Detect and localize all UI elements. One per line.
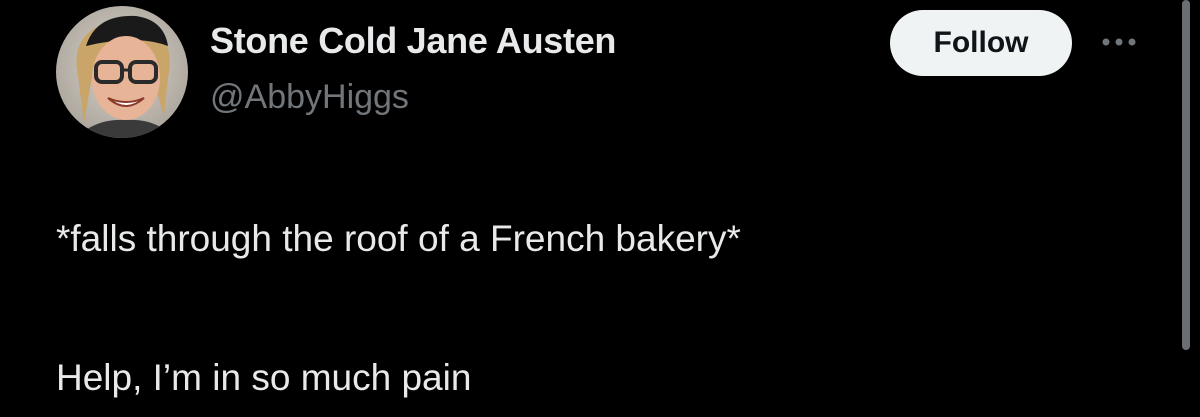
avatar-photo-icon [56, 6, 188, 138]
more-options-button[interactable] [1094, 30, 1144, 54]
ellipsis-icon [1102, 38, 1136, 46]
author-display-name[interactable]: Stone Cold Jane Austen [210, 20, 616, 62]
follow-button[interactable]: Follow [890, 10, 1072, 76]
author-handle[interactable]: @AbbyHiggs [210, 78, 409, 117]
avatar[interactable] [56, 6, 188, 138]
tweet-card: Stone Cold Jane Austen @AbbyHiggs Follow… [0, 0, 1200, 417]
tweet-text-line: Help, I’m in so much pain [56, 357, 472, 398]
tweet-text-line: *falls through the roof of a French bake… [56, 218, 741, 259]
scrollbar[interactable] [1182, 0, 1190, 350]
